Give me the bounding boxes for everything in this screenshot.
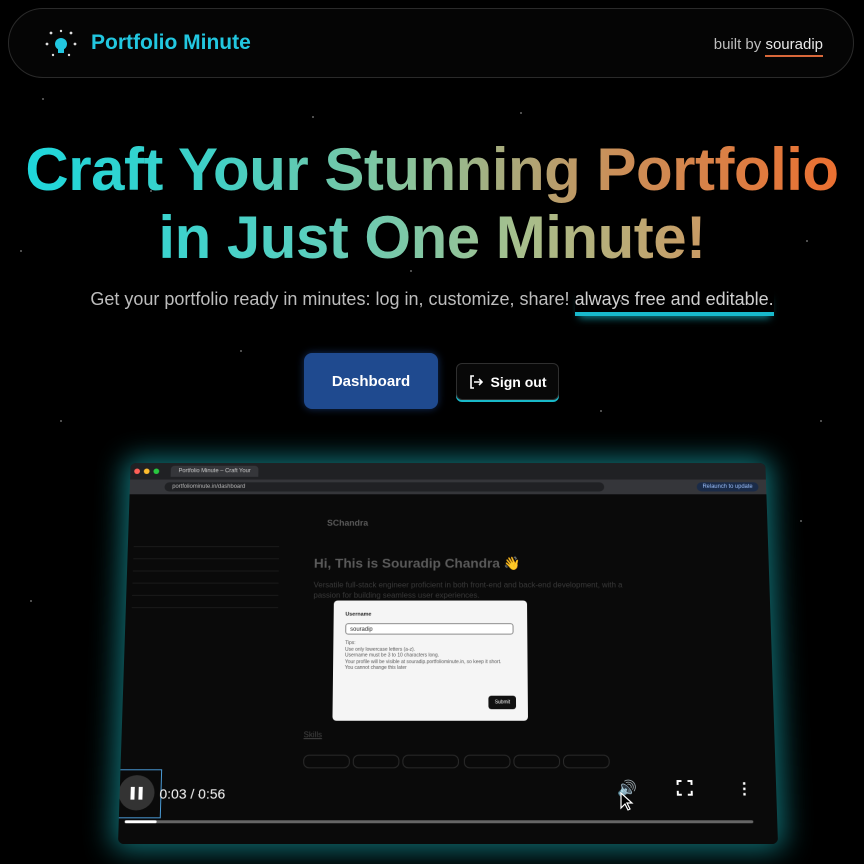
sign-out-icon	[469, 374, 483, 389]
portfolio-greeting: Hi, This is Souradip Chandra 👋	[313, 555, 521, 571]
window-minimize-dot	[143, 468, 150, 475]
built-by-prefix: built by	[713, 36, 762, 53]
video-time: 0:03 / 0:56	[159, 785, 226, 802]
window-close-dot	[134, 468, 141, 475]
skill-pill	[303, 754, 350, 769]
hero-subtitle-highlight: always free and editable.	[574, 289, 774, 316]
username-input: souradip	[345, 623, 514, 635]
skill-pill	[463, 754, 511, 769]
lightbulb-logo-icon[interactable]	[43, 29, 79, 59]
built-by-credit: built by souradip	[713, 36, 823, 57]
window-zoom-dot	[153, 468, 160, 475]
portfolio-site-name: SChandra	[326, 518, 369, 528]
browser-tab: Portfolio Minute – Craft Your	[170, 465, 259, 477]
fullscreen-icon[interactable]	[677, 780, 693, 796]
video-progress-fill	[124, 820, 157, 824]
skill-pill	[562, 754, 610, 769]
username-modal: Username souradip Tips: Use only lowerca…	[332, 600, 528, 721]
username-label: Username	[345, 611, 372, 618]
demo-video-player[interactable]: Portfolio Minute – Craft Your portfoliom…	[118, 463, 778, 844]
portfolio-intro: Versatile full-stack engineer proficient…	[313, 580, 623, 600]
browser-address-bar: portfoliominute.in/dashboard Relaunch to…	[129, 479, 767, 495]
browser-url: portfoliominute.in/dashboard	[164, 482, 605, 492]
top-navbar: Portfolio Minute built by souradip	[8, 8, 854, 78]
relaunch-badge: Relaunch to update	[696, 482, 759, 492]
hero-title-line-2: in Just One Minute!	[0, 204, 864, 272]
more-options-icon[interactable]: ⋮	[736, 779, 752, 799]
modal-submit-button: Submit	[488, 695, 517, 710]
username-tips: Tips: Use only lowercase letters (a-z). …	[345, 640, 517, 671]
video-frame-page: SChandra Hi, This is Souradip Chandra 👋 …	[118, 494, 778, 844]
mouse-cursor-icon	[620, 792, 634, 811]
video-progress-bar[interactable]	[124, 820, 754, 824]
author-link[interactable]: souradip	[765, 36, 823, 57]
tip-item: You cannot change this later	[344, 665, 407, 671]
browser-tab-bar: Portfolio Minute – Craft Your	[130, 463, 766, 480]
dashboard-button[interactable]: Dashboard	[304, 353, 438, 409]
skill-pill	[402, 754, 459, 769]
skill-pill	[513, 754, 561, 769]
skills-heading: Skills	[303, 730, 323, 740]
hero-subtitle: Get your portfolio ready in minutes: log…	[0, 289, 864, 316]
hero-title-line-1: Craft Your Stunning Portfolio	[0, 136, 864, 204]
sign-out-button[interactable]: Sign out	[456, 363, 559, 400]
skill-pill	[352, 754, 400, 769]
brand-name[interactable]: Portfolio Minute	[91, 31, 251, 55]
sign-out-label: Sign out	[490, 373, 547, 390]
hero-subtitle-text: Get your portfolio ready in minutes: log…	[90, 289, 570, 309]
dashboard-sidebar	[131, 535, 280, 609]
